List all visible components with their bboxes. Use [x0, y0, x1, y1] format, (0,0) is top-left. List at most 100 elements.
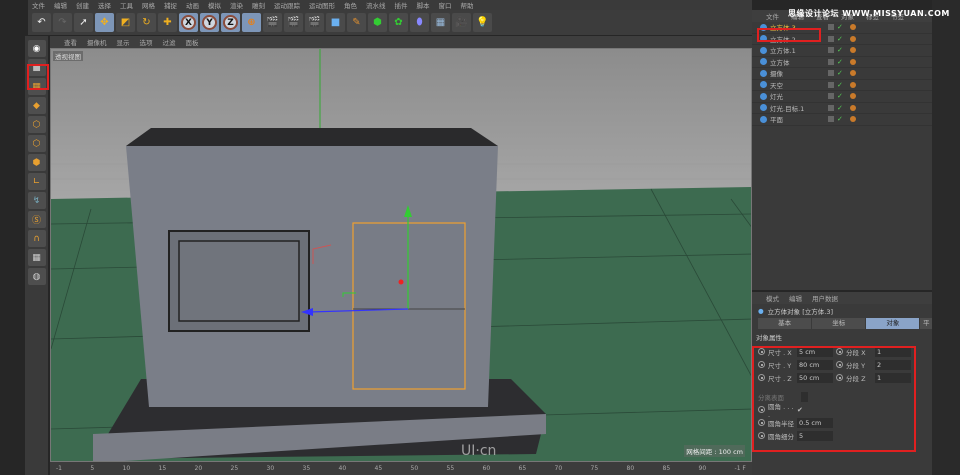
tag-icon[interactable]: [850, 93, 856, 100]
visibility-toggle[interactable]: [828, 93, 834, 100]
object-name[interactable]: 平面: [770, 114, 828, 124]
redo-button[interactable]: ↷: [53, 13, 72, 32]
tab-0[interactable]: 基本: [758, 318, 812, 329]
menu-item[interactable]: 模拟: [208, 0, 221, 10]
enabled-check[interactable]: ✓: [837, 69, 847, 77]
live-select-button[interactable]: ✚: [158, 13, 177, 32]
tag-icon[interactable]: [850, 116, 856, 123]
menu-item[interactable]: 插件: [395, 0, 408, 10]
visibility-toggle[interactable]: [828, 35, 834, 42]
menu-item[interactable]: 帮助: [461, 0, 474, 10]
enabled-check[interactable]: ✓: [837, 104, 847, 112]
enabled-check[interactable]: ✓: [837, 23, 847, 31]
attr-menu-item[interactable]: 编辑: [789, 293, 802, 303]
timeline[interactable]: -1 5 10 15 20 25 30 35 40 45 50 55 60 65 70 75 80 85 90 -1 …: [50, 462, 752, 475]
visibility-toggle[interactable]: [828, 24, 834, 31]
menu-item[interactable]: 脚本: [417, 0, 430, 10]
rotate-tool-button[interactable]: ↻: [137, 13, 156, 32]
undo-button[interactable]: ↶: [32, 13, 51, 32]
viewport-menu-item[interactable]: 查看: [64, 37, 77, 47]
subdivision-button[interactable]: ⬢: [368, 13, 387, 32]
menu-item[interactable]: 流水线: [366, 0, 386, 10]
cube-button[interactable]: ■: [326, 13, 345, 32]
axis-z-button[interactable]: Z: [221, 13, 240, 32]
menu-item[interactable]: 运动跟踪: [274, 0, 300, 10]
model-mode-icon[interactable]: ◉: [27, 40, 46, 57]
scale-tool-button[interactable]: ◩: [116, 13, 135, 32]
axis-x-button[interactable]: X: [179, 13, 198, 32]
tab-1[interactable]: 坐标: [812, 318, 866, 329]
menu-item[interactable]: 动画: [186, 0, 199, 10]
om-menu-item[interactable]: 文件: [766, 11, 779, 21]
enabled-check[interactable]: ✓: [837, 92, 847, 100]
visibility-toggle[interactable]: [828, 70, 834, 77]
menu-item[interactable]: 网格: [142, 0, 155, 10]
menu-item[interactable]: 窗口: [439, 0, 452, 10]
tag-icon[interactable]: [850, 24, 856, 31]
enabled-check[interactable]: ✓: [837, 58, 847, 66]
world-coords-button[interactable]: ⊕: [242, 13, 261, 32]
viewport-menu-item[interactable]: 选项: [140, 37, 153, 47]
sculpt-icon[interactable]: ▦: [27, 249, 46, 266]
object-row[interactable]: 立方体 ✓: [752, 57, 932, 68]
viewport-perspective[interactable]: 透视视图 网格间距 : 100 cm UI·cn: [50, 48, 752, 462]
pen-button[interactable]: ✎: [347, 13, 366, 32]
tag-icon[interactable]: [850, 104, 856, 111]
menu-item[interactable]: 选择: [98, 0, 111, 10]
menu-item[interactable]: 工具: [120, 0, 133, 10]
select-tool-button[interactable]: ➚: [74, 13, 93, 32]
visibility-toggle[interactable]: [828, 81, 834, 88]
camera-button[interactable]: 🎥: [452, 13, 471, 32]
render-picture-button[interactable]: 🎬: [284, 13, 303, 32]
workplane-icon[interactable]: ◆: [27, 97, 46, 114]
object-row[interactable]: 立方体.1 ✓: [752, 45, 932, 57]
menu-item[interactable]: 运动图形: [309, 0, 335, 10]
render-settings-button[interactable]: 🎬: [305, 13, 324, 32]
selected-cube-3[interactable]: [352, 222, 466, 390]
axis-y-button[interactable]: Y: [200, 13, 219, 32]
menu-item[interactable]: 角色: [344, 0, 357, 10]
tag-icon[interactable]: [850, 58, 856, 65]
viewport-menu-item[interactable]: 显示: [117, 37, 130, 47]
viewport-menu-item[interactable]: 摄像机: [87, 37, 107, 47]
object-name[interactable]: 立方体: [770, 57, 828, 67]
menu-item[interactable]: 编辑: [54, 0, 67, 10]
gizmo-center[interactable]: [398, 279, 404, 285]
tab-2[interactable]: 对象: [866, 318, 920, 329]
menu-item[interactable]: 渲染: [230, 0, 243, 10]
viewport-menu-item[interactable]: 过滤: [163, 37, 176, 47]
visibility-toggle[interactable]: [828, 47, 834, 54]
cloner-button[interactable]: ✿: [389, 13, 408, 32]
paint-icon[interactable]: ◍: [27, 268, 46, 285]
magnet-icon[interactable]: ∩: [27, 230, 46, 247]
menu-item[interactable]: 创建: [76, 0, 89, 10]
tag-icon[interactable]: [850, 35, 856, 42]
object-name[interactable]: 立方体.1: [770, 45, 828, 55]
attr-menu-item[interactable]: 用户数据: [812, 293, 838, 303]
snap-icon[interactable]: Ⓢ: [27, 211, 46, 228]
object-name[interactable]: 灯光: [770, 91, 828, 101]
deformer-button[interactable]: ⬮: [410, 13, 429, 32]
points-mode-icon[interactable]: ⬡: [27, 116, 46, 133]
edges-mode-icon[interactable]: ⬡: [27, 135, 46, 152]
light-button[interactable]: 💡: [473, 13, 492, 32]
tag-icon[interactable]: [850, 70, 856, 77]
object-name[interactable]: 天空: [770, 80, 828, 90]
tag-icon[interactable]: [850, 47, 856, 54]
object-name[interactable]: 灯光.目标.1: [770, 103, 828, 113]
object-row[interactable]: 摄像 ✓: [752, 68, 932, 80]
object-name[interactable]: 摄像: [770, 68, 828, 78]
visibility-toggle[interactable]: [828, 116, 834, 123]
axis-mode-icon[interactable]: ∟: [27, 173, 46, 190]
object-row[interactable]: 灯光.目标.1 ✓: [752, 103, 932, 114]
object-row[interactable]: 平面 ✓: [752, 114, 932, 126]
visibility-toggle[interactable]: [828, 58, 834, 65]
tweak-icon[interactable]: ↯: [27, 192, 46, 209]
tab-3[interactable]: 平: [920, 318, 933, 329]
floor-button[interactable]: ▦: [431, 13, 450, 32]
enabled-check[interactable]: ✓: [837, 46, 847, 54]
tag-icon[interactable]: [850, 81, 856, 88]
enabled-check[interactable]: ✓: [837, 81, 847, 89]
menu-item[interactable]: 捕捉: [164, 0, 177, 10]
enabled-check[interactable]: ✓: [837, 35, 847, 43]
